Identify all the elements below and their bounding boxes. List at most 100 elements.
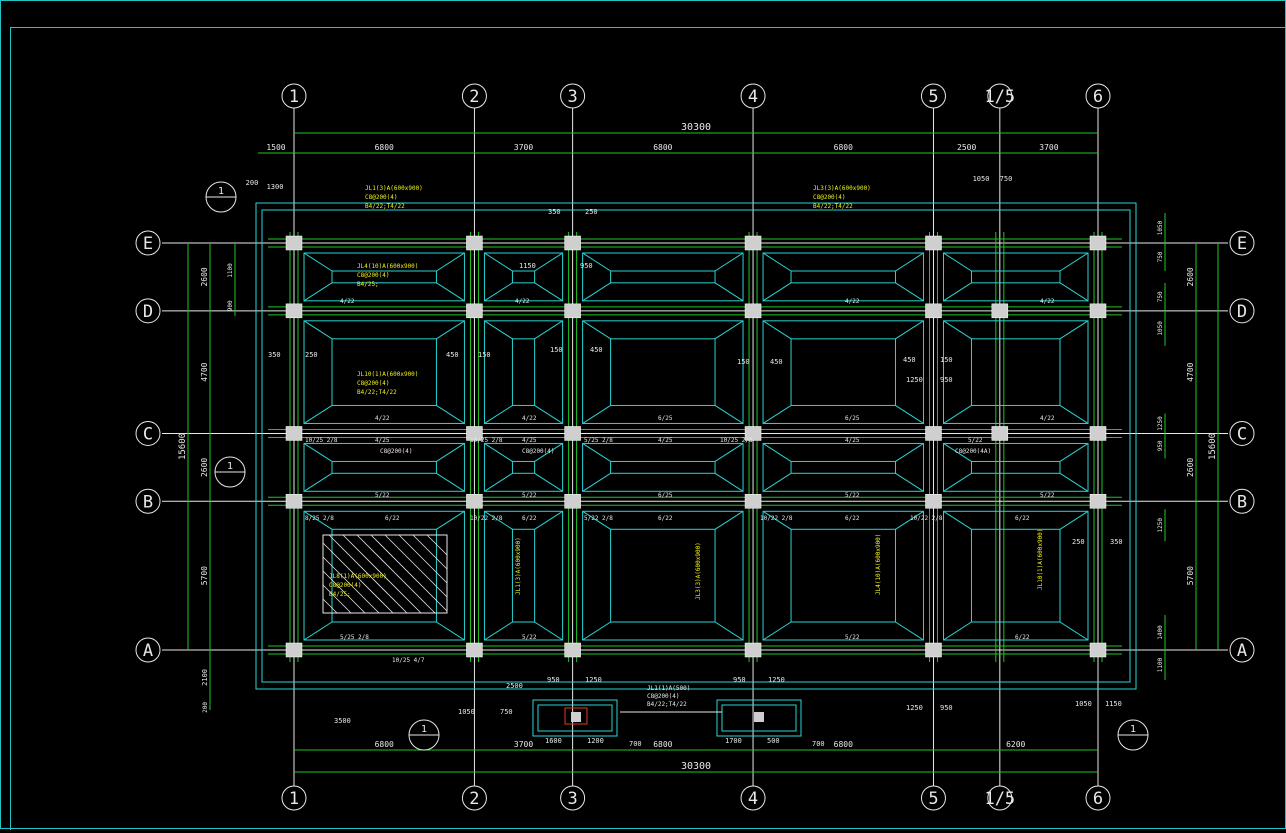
- small-dim: 1250: [768, 676, 785, 684]
- footing-chamfer: [762, 405, 792, 424]
- hatch-line: [384, 534, 448, 598]
- column: [285, 494, 303, 509]
- dim-text: 3700: [514, 740, 533, 749]
- footing-chamfer: [303, 320, 333, 340]
- column: [285, 642, 303, 658]
- footing-inner: [610, 270, 716, 284]
- footing-chamfer: [534, 252, 563, 272]
- dim-text: 6800: [653, 740, 672, 749]
- reinf-label: C8@200(4A): [955, 448, 991, 455]
- reinf-label: 6/22: [1015, 634, 1030, 641]
- dim-text: 750: [1157, 251, 1164, 262]
- axis-label: 4: [748, 87, 758, 107]
- axis-bubble-x: 4: [740, 785, 766, 811]
- column: [466, 303, 483, 319]
- reinf-label: 6/25: [658, 492, 673, 499]
- dim-text: 6800: [653, 143, 672, 152]
- small-dim: 450: [590, 346, 603, 354]
- beam-label: B4/22;T4/22: [813, 203, 853, 210]
- footing-inner: [970, 270, 1061, 284]
- small-dim: 1600: [545, 737, 562, 745]
- reinf-label: 10/22 2/8: [470, 515, 503, 522]
- dim-text: 1050: [973, 175, 990, 183]
- column: [744, 494, 762, 509]
- footing-chamfer: [943, 621, 972, 641]
- dim-text: 1300: [267, 183, 284, 191]
- beam-label: B4/22;T4/22: [357, 389, 397, 396]
- foundation-plan: 303001500 6800 3700 6800 6800 2500 37003030068…: [135, 83, 1255, 811]
- footing-outer: [483, 510, 564, 641]
- dim-text: 200: [202, 702, 209, 713]
- dim-text: 750: [1157, 291, 1164, 302]
- column: [1089, 426, 1107, 441]
- dim-text: 2100: [201, 669, 209, 686]
- footing-inner: [790, 338, 896, 406]
- small-dim: 1200: [587, 737, 604, 745]
- footing-chamfer: [714, 443, 744, 462]
- reinf-label: 4/22: [522, 415, 537, 422]
- small-dim: 950: [580, 262, 593, 270]
- reinf-label: 4/25: [845, 437, 860, 444]
- dim-text: 1400: [1157, 625, 1164, 640]
- beam-label: JL8(1)A(600x900): [329, 573, 387, 580]
- annotation-labels: JL1(3)A(600x900)C8@200(4)B4/22;T4/22JL3(…: [268, 185, 1123, 748]
- axis-label: 1/5: [984, 789, 1015, 809]
- dim-text: 1100: [1157, 657, 1164, 672]
- axis-bubble-y: D: [135, 298, 161, 324]
- footing-chamfer: [895, 252, 924, 272]
- dim-text: 1050: [1157, 220, 1164, 235]
- small-dim: 1700: [725, 737, 742, 745]
- footing-chamfer: [762, 443, 792, 462]
- dim-text: 15600: [178, 433, 188, 460]
- reinf-label: 4/22: [340, 298, 355, 305]
- column: [564, 303, 581, 319]
- detail-label: JL1(1)A(500): [647, 685, 690, 692]
- footing-chamfer: [1059, 405, 1089, 424]
- dim-text: 2500: [957, 143, 976, 152]
- reinf-label: 5/25 2/8: [340, 634, 369, 641]
- small-dim: 950: [547, 676, 560, 684]
- footing-chamfer: [762, 320, 792, 340]
- reinf-label: 10/25 2/8: [305, 437, 338, 444]
- detail-label: C8@200(4): [647, 693, 680, 700]
- beam-label: B4/22;T4/22: [365, 203, 405, 210]
- column: [564, 494, 581, 509]
- column: [925, 426, 942, 441]
- column: [1089, 494, 1107, 509]
- footing-chamfer: [1059, 621, 1089, 641]
- reinf-label: 10/25 2/8: [470, 437, 503, 444]
- beam-label: C8@200(4): [357, 272, 390, 279]
- footing-inner: [970, 528, 1061, 623]
- cad-drawing-canvas[interactable]: 30300 1500 6800 3700 6800 6800 2500 3700 30300 68…: [0, 0, 1286, 830]
- dim-text: 3700: [514, 143, 533, 152]
- footing-chamfer: [714, 510, 744, 530]
- small-dim: 450: [903, 356, 916, 364]
- axis-label: 1: [289, 87, 299, 107]
- footing-chamfer: [534, 621, 563, 641]
- footing-chamfer: [436, 621, 465, 641]
- footing-outer: [942, 252, 1089, 302]
- beam-label: JL3(3)A(600x900): [813, 185, 871, 192]
- reinf-label: 10/22 2/8: [910, 515, 943, 522]
- footing-inner: [970, 460, 1061, 474]
- small-dim: 1250: [585, 676, 602, 684]
- footing-chamfer: [895, 320, 924, 340]
- hatch-line: [322, 598, 338, 614]
- dim-text: 2600: [1186, 458, 1195, 477]
- section-number: 1: [421, 724, 427, 735]
- dim-text: 6800: [834, 143, 853, 152]
- footing-chamfer: [943, 472, 972, 492]
- footing-chamfer: [582, 621, 611, 641]
- dim-text: 900: [227, 300, 234, 311]
- footing-inner: [511, 460, 536, 474]
- dim-text: 1050: [1157, 321, 1164, 336]
- reinf-label: 5/22: [375, 492, 390, 499]
- dimension-lines: 303001500 6800 3700 6800 6800 2500 37003030068…: [178, 122, 1219, 773]
- detail-column: [571, 712, 581, 722]
- reinf-label: 5/22: [1040, 492, 1055, 499]
- footing-chamfer: [303, 405, 333, 424]
- reinf-label: 10/25 2/8: [720, 437, 753, 444]
- reinf-label: 5/22: [522, 492, 537, 499]
- footing-chamfer: [714, 405, 744, 424]
- axis-bubble-x: 1: [281, 785, 307, 811]
